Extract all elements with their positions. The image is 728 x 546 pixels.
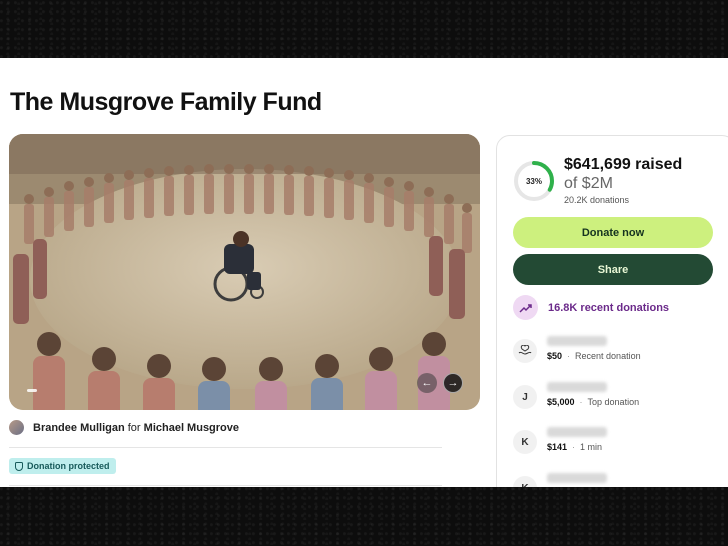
donor-avatar: K xyxy=(513,430,537,454)
donation-item: K $141 · 1 min xyxy=(513,427,607,454)
meta-separator: · xyxy=(579,397,583,407)
arrow-left-icon: ← xyxy=(421,377,433,389)
donation-note: Top donation xyxy=(587,397,640,407)
section-divider xyxy=(9,485,442,486)
donor-name-redacted xyxy=(547,473,607,483)
arrow-right-icon: → xyxy=(447,377,459,389)
donor-avatar: K xyxy=(513,476,537,487)
donation-protected-label: Donation protected xyxy=(27,461,110,471)
donation-count: 20.2K donations xyxy=(564,195,630,205)
donor-name-redacted xyxy=(547,382,607,392)
carousel-indicator xyxy=(27,389,37,392)
donation-protected-badge[interactable]: Donation protected xyxy=(9,458,116,474)
organizer-connector: for xyxy=(127,421,141,434)
donation-note: 1 min xyxy=(580,442,603,452)
donor-name-redacted xyxy=(547,336,607,346)
progress-percent: 33% xyxy=(525,176,542,186)
recent-donations-label: 16.8K recent donations xyxy=(548,301,670,314)
fundraiser-page: The Musgrove Family Fund ← → Brandee Mul… xyxy=(0,58,728,487)
page-title: The Musgrove Family Fund xyxy=(10,88,322,116)
amount-raised: $641,699 raised xyxy=(564,156,683,173)
donation-item: J $5,000 · Top donation xyxy=(513,382,639,409)
organizer-name[interactable]: Brandee Mulligan xyxy=(33,422,125,434)
donation-item: K xyxy=(513,473,607,487)
donation-note: Recent donation xyxy=(575,351,641,361)
donation-sidebar: 33% $641,699 raised of $2M 20.2K donatio… xyxy=(496,135,728,487)
meta-separator: · xyxy=(567,351,571,361)
hero-illustration xyxy=(9,134,480,410)
donation-amount: $5,000 xyxy=(547,397,575,407)
donate-now-button[interactable]: Donate now xyxy=(513,217,713,248)
screenshot-frame: The Musgrove Family Fund ← → Brandee Mul… xyxy=(0,0,728,546)
progress-ring: 33% xyxy=(513,160,555,202)
share-button[interactable]: Share xyxy=(513,254,713,285)
carousel-dot-active[interactable] xyxy=(27,389,37,392)
organizer-line: Brandee Mulligan for Michael Musgrove xyxy=(9,420,239,435)
donor-name-redacted xyxy=(547,427,607,437)
goal-amount: of $2M xyxy=(564,175,613,192)
trending-up-icon xyxy=(513,295,538,320)
recent-donations-link[interactable]: 16.8K recent donations xyxy=(513,295,669,320)
section-divider xyxy=(9,447,442,448)
carousel-prev-button[interactable]: ← xyxy=(417,373,437,393)
hero-image-carousel[interactable]: ← → xyxy=(9,134,480,410)
donation-amount: $141 xyxy=(547,442,568,452)
organizer-avatar[interactable] xyxy=(9,420,24,435)
beneficiary-name[interactable]: Michael Musgrove xyxy=(144,422,239,434)
heart-hand-icon xyxy=(513,339,537,363)
donation-amount: $50 xyxy=(547,351,563,361)
donor-avatar: J xyxy=(513,385,537,409)
carousel-next-button[interactable]: → xyxy=(443,373,463,393)
donation-item: $50 · Recent donation xyxy=(513,336,641,363)
meta-separator: · xyxy=(572,442,576,452)
shield-icon xyxy=(15,461,23,471)
